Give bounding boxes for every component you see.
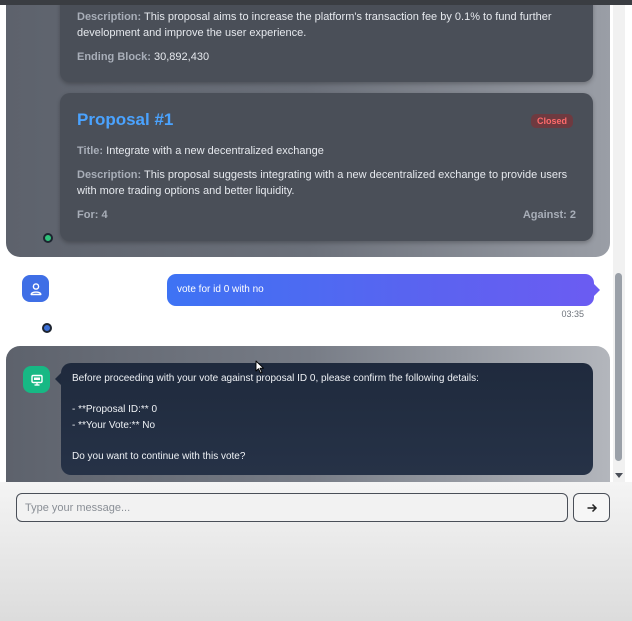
bot-message-line: - **Your Vote:** No bbox=[72, 420, 156, 431]
proposal-card-1: Proposal #1 Closed Title: Integrate with… bbox=[60, 93, 593, 241]
bot-message-bubble: Before proceeding with your vote against… bbox=[55, 363, 593, 475]
proposal-description: Description: This proposal aims to incre… bbox=[77, 11, 552, 23]
proposal-title: Title: Integrate with a new decentralize… bbox=[77, 145, 324, 157]
proposal-card-0: Description: This proposal aims to incre… bbox=[60, 5, 593, 82]
online-status-dot bbox=[43, 233, 53, 243]
message-input[interactable] bbox=[16, 493, 568, 522]
message-timestamp: 03:35 bbox=[561, 309, 584, 319]
votes-for: For: 4 bbox=[77, 209, 108, 221]
message-composer bbox=[0, 482, 632, 621]
user-status-dot bbox=[42, 323, 52, 333]
votes-against: Against: 2 bbox=[522, 209, 576, 221]
status-badge: Closed bbox=[530, 114, 573, 128]
proposal-description-cont: development and improve the user experie… bbox=[77, 27, 307, 39]
bot-avatar bbox=[23, 366, 50, 393]
bot-message-line: Before proceeding with your vote against… bbox=[72, 373, 479, 384]
user-icon bbox=[30, 282, 41, 295]
user-message-bubble: vote for id 0 with no bbox=[167, 274, 600, 306]
user-message-text: vote for id 0 with no bbox=[177, 284, 264, 295]
chat-scrollbar[interactable] bbox=[613, 5, 625, 482]
scroll-down-arrow-icon[interactable] bbox=[615, 473, 623, 478]
proposal-heading: Proposal #1 bbox=[77, 110, 174, 129]
user-avatar bbox=[22, 275, 49, 302]
bot-message-line: - **Proposal ID:** 0 bbox=[72, 404, 158, 415]
chat-messages[interactable]: Description: This proposal aims to incre… bbox=[0, 5, 613, 482]
robot-icon bbox=[30, 374, 43, 386]
bot-message-line: Do you want to continue with this vote? bbox=[72, 451, 246, 462]
mouse-cursor-icon bbox=[255, 360, 264, 374]
proposal-description-cont: with more trading options and better liq… bbox=[77, 185, 295, 197]
proposal-ending-block: Ending Block: 30,892,430 bbox=[77, 51, 210, 63]
send-button[interactable] bbox=[573, 493, 610, 522]
scrollbar-thumb[interactable] bbox=[615, 273, 622, 461]
arrow-right-icon bbox=[587, 503, 597, 512]
proposal-description: Description: This proposal suggests inte… bbox=[77, 169, 568, 181]
